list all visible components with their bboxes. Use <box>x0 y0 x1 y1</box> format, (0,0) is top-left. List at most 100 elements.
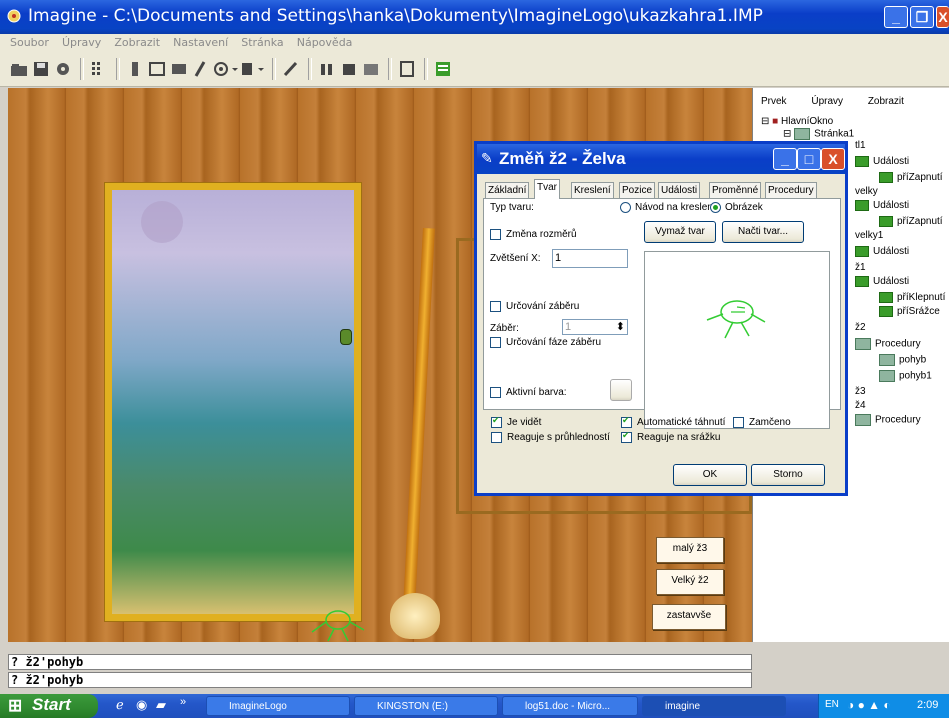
ie-icon[interactable]: ℯ <box>116 697 124 713</box>
grid-icon[interactable] <box>90 60 108 78</box>
command-input[interactable]: ? ž2'pohyb <box>8 672 752 688</box>
shape-preview <box>644 251 830 429</box>
tree-item[interactable]: příSrážce <box>879 306 940 317</box>
page-icon[interactable] <box>398 60 416 78</box>
picture-radio[interactable]: Obrázek <box>710 202 763 213</box>
run-icon[interactable] <box>362 60 380 78</box>
tree-item[interactable]: příKlepnutí <box>879 292 945 303</box>
zoom-input[interactable]: 1 <box>552 249 628 268</box>
tree-item[interactable]: ž2 <box>855 322 866 333</box>
language-indicator[interactable]: EN <box>825 699 839 710</box>
tree-item[interactable]: příZapnutí <box>879 216 943 227</box>
tab-pozice[interactable]: Pozice <box>619 182 656 199</box>
save-icon[interactable] <box>32 60 50 78</box>
tab-udalosti[interactable]: Události <box>658 182 701 199</box>
dialog-title: Změň ž2 - Želva <box>499 149 626 168</box>
resize-checkbox[interactable]: Změna rozměrů <box>490 229 577 240</box>
menu-prvek[interactable]: Prvek <box>761 96 787 107</box>
tree-item[interactable]: velky <box>855 186 878 197</box>
tree-item[interactable]: ž3 <box>855 386 866 397</box>
tree-item[interactable]: velky1 <box>855 230 883 241</box>
tab-procedury[interactable]: Procedury <box>765 182 817 199</box>
tree-item[interactable]: ⊟ Stránka1 <box>783 128 854 140</box>
stick-figure <box>311 610 365 642</box>
load-shape-button[interactable]: Načti tvar... <box>722 221 804 243</box>
tab-tvar[interactable]: Tvar <box>534 179 560 199</box>
frame-select-checkbox[interactable]: Určování záběru <box>490 301 579 312</box>
start-button[interactable]: ⊞ Start <box>0 694 98 718</box>
minimize-button[interactable]: _ <box>884 6 908 28</box>
pen-icon[interactable] <box>192 60 210 78</box>
menu-stranka[interactable]: Stránka <box>241 36 283 49</box>
chevron-right-icon[interactable]: » <box>180 696 186 708</box>
task-log51[interactable]: log51.doc - Micro... <box>502 696 638 716</box>
tab-pane: Typ tvaru: Návod na kreslení Obrázek Změ… <box>483 198 841 429</box>
tree-item[interactable]: pohyb1 <box>879 370 932 382</box>
task-imagine[interactable]: imagine <box>642 696 786 716</box>
collision-checkbox[interactable]: Reaguje na srážku <box>621 430 720 443</box>
window-title: Imagine - C:\Documents and Settings\hank… <box>28 6 763 26</box>
tray-icons[interactable]: ◑ ● ▲ ◐ <box>847 698 891 712</box>
tree-item[interactable]: Procedury <box>855 338 921 350</box>
tree-item[interactable]: ž4 <box>855 400 866 411</box>
dialog-minimize-button[interactable]: _ <box>773 148 797 170</box>
ok-button[interactable]: OK <box>673 464 747 486</box>
menu-upravy-panel[interactable]: Úpravy <box>811 96 843 107</box>
window-icon[interactable] <box>148 60 166 78</box>
tree-item[interactable]: Události <box>855 276 909 287</box>
stop-icon[interactable] <box>340 60 358 78</box>
clear-shape-button[interactable]: Vymaž tvar <box>644 221 716 243</box>
procedures-icon[interactable] <box>434 60 452 78</box>
storno-button[interactable]: Storno <box>751 464 825 486</box>
folder-icon[interactable]: ▰ <box>156 697 166 713</box>
tab-promenne[interactable]: Proměnné <box>709 182 762 199</box>
browser-icon[interactable]: ◉ <box>136 697 147 713</box>
dialog-maximize-button[interactable]: □ <box>797 148 821 170</box>
zastav-vse-button[interactable]: zastavvše <box>652 604 726 630</box>
tab-kresleni[interactable]: Kreslení <box>571 182 614 199</box>
task-kingston[interactable]: KINGSTON (E:) <box>354 696 498 716</box>
open-folder-icon[interactable] <box>10 60 28 78</box>
drawing-instructions-radio[interactable]: Návod na kreslení <box>620 202 716 213</box>
turtle-sprite[interactable] <box>340 329 352 345</box>
tree-item[interactable]: ⊟ ■ HlavníOkno <box>761 116 833 127</box>
transparency-checkbox[interactable]: Reaguje s průhledností <box>491 432 610 443</box>
tree-item[interactable]: Procedury <box>855 414 921 426</box>
dialog-title-bar: ✎ Změň ž2 - Želva _ □ X <box>477 144 845 174</box>
rectangle-icon[interactable] <box>170 60 188 78</box>
stick-figure-preview <box>706 300 766 339</box>
frame-phase-checkbox[interactable]: Určování fáze záběru <box>490 337 601 348</box>
locked-checkbox[interactable]: Zamčeno <box>733 417 791 428</box>
active-color-swatch[interactable] <box>610 379 632 401</box>
slider-icon[interactable] <box>240 60 266 78</box>
restore-button[interactable]: ❐ <box>910 6 934 28</box>
menu-napoveda[interactable]: Nápověda <box>297 36 353 49</box>
tab-zakladni[interactable]: Základní <box>485 182 530 199</box>
task-imaginelogo[interactable]: ImagineLogo <box>206 696 350 716</box>
pause-icon[interactable] <box>318 60 336 78</box>
brush-icon[interactable] <box>282 60 300 78</box>
active-color-checkbox[interactable]: Aktivní barva: <box>490 387 567 398</box>
tree-item[interactable]: tl1 <box>855 140 866 151</box>
auto-drag-checkbox[interactable]: Automatické táhnutí <box>621 415 725 428</box>
maly-z3-button[interactable]: malý ž3 <box>656 537 724 563</box>
menu-zobrazit[interactable]: Zobrazit <box>114 36 160 49</box>
tree-item[interactable]: pohyb <box>879 354 926 366</box>
tree-item[interactable]: příZapnutí <box>879 172 943 183</box>
close-button[interactable]: X <box>936 6 949 28</box>
settings-icon[interactable] <box>54 60 72 78</box>
tree-item[interactable]: Události <box>855 246 909 257</box>
menu-nastaveni[interactable]: Nastavení <box>173 36 228 49</box>
tree-item[interactable]: ž1 <box>855 262 866 273</box>
tree-item[interactable]: Události <box>855 156 909 167</box>
dialog-close-button[interactable]: X <box>821 148 845 170</box>
target-icon[interactable] <box>212 60 238 78</box>
velky-z2-button[interactable]: Velký ž2 <box>656 569 724 595</box>
menu-upravy[interactable]: Úpravy <box>62 36 101 49</box>
tree-item[interactable]: Události <box>855 200 909 211</box>
turtle-icon[interactable] <box>126 60 144 78</box>
frame-spinner[interactable]: 1 ⬍ <box>562 319 628 335</box>
visible-checkbox[interactable]: Je vidět <box>491 415 541 428</box>
menu-soubor[interactable]: Soubor <box>10 36 49 49</box>
menu-zobrazit-panel[interactable]: Zobrazit <box>868 96 904 107</box>
